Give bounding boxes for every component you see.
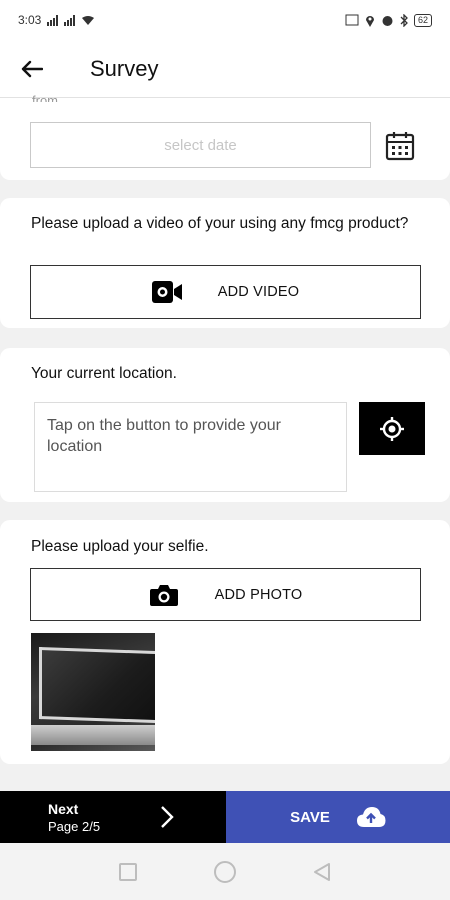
page-indicator: Page 2/5: [48, 818, 101, 834]
add-video-button[interactable]: ADD VIDEO: [30, 265, 421, 319]
date-question-label: from: [32, 93, 58, 102]
add-video-label: ADD VIDEO: [217, 284, 300, 300]
location-card: Your current location. Tap on the button…: [0, 348, 450, 502]
camera-icon: [149, 583, 179, 607]
calendar-icon: [385, 132, 415, 161]
app-bar: Survey: [0, 40, 450, 98]
location-field[interactable]: Tap on the button to provide your locati…: [34, 402, 347, 492]
get-location-button[interactable]: [359, 402, 425, 455]
home-button[interactable]: [210, 857, 240, 887]
system-nav-bar: [0, 843, 450, 900]
selfie-question: Please upload your selfie.: [31, 538, 209, 555]
volte-icon: [345, 14, 359, 26]
calendar-button[interactable]: [382, 128, 418, 164]
triangle-back-icon: [313, 862, 330, 881]
circle-icon: [213, 860, 236, 883]
status-time: 3:03: [18, 13, 42, 27]
selfie-card: Please upload your selfie. ADD PHOTO: [0, 520, 450, 764]
gps-target-icon: [380, 416, 404, 441]
add-photo-label: ADD PHOTO: [214, 586, 303, 603]
next-button[interactable]: Next Page 2/5: [0, 791, 226, 843]
location-question: Your current location.: [31, 365, 177, 382]
square-icon: [119, 862, 138, 881]
video-question: Please upload a video of your using any …: [31, 215, 409, 232]
status-left: 3:03: [18, 13, 95, 27]
bluetooth-icon: [400, 13, 408, 27]
chevron-right-icon: [161, 806, 174, 828]
status-right: 62: [345, 13, 432, 27]
save-label: SAVE: [290, 808, 330, 826]
status-bar: 3:03 62: [0, 0, 450, 40]
thumbnail-laptop-screen: [39, 646, 155, 724]
wifi-icon: [82, 15, 95, 25]
save-button[interactable]: SAVE: [226, 791, 450, 843]
page-title: Survey: [90, 55, 159, 81]
alarm-icon: [382, 15, 393, 26]
date-input[interactable]: select date: [30, 122, 371, 168]
next-text: Next Page 2/5: [48, 801, 100, 834]
system-back-button[interactable]: [307, 857, 337, 887]
add-photo-button[interactable]: ADD PHOTO: [30, 568, 421, 621]
thumbnail-laptop-base: [31, 725, 155, 745]
signal-icon: [47, 14, 59, 26]
date-card: from select date: [0, 93, 450, 180]
bottom-action-bar: Next Page 2/5 SAVE: [0, 791, 450, 843]
signal-icon: [64, 14, 76, 26]
video-camera-icon: [151, 280, 182, 304]
arrow-left-icon: [21, 60, 43, 77]
recent-apps-button[interactable]: [113, 857, 143, 887]
selfie-thumbnail[interactable]: [31, 633, 155, 751]
back-button[interactable]: [0, 40, 64, 98]
next-label: Next: [48, 800, 79, 817]
battery-icon: 62: [413, 13, 432, 27]
cloud-upload-icon: [356, 807, 386, 827]
location-pin-icon: [365, 15, 374, 27]
video-card: Please upload a video of your using any …: [0, 198, 450, 328]
